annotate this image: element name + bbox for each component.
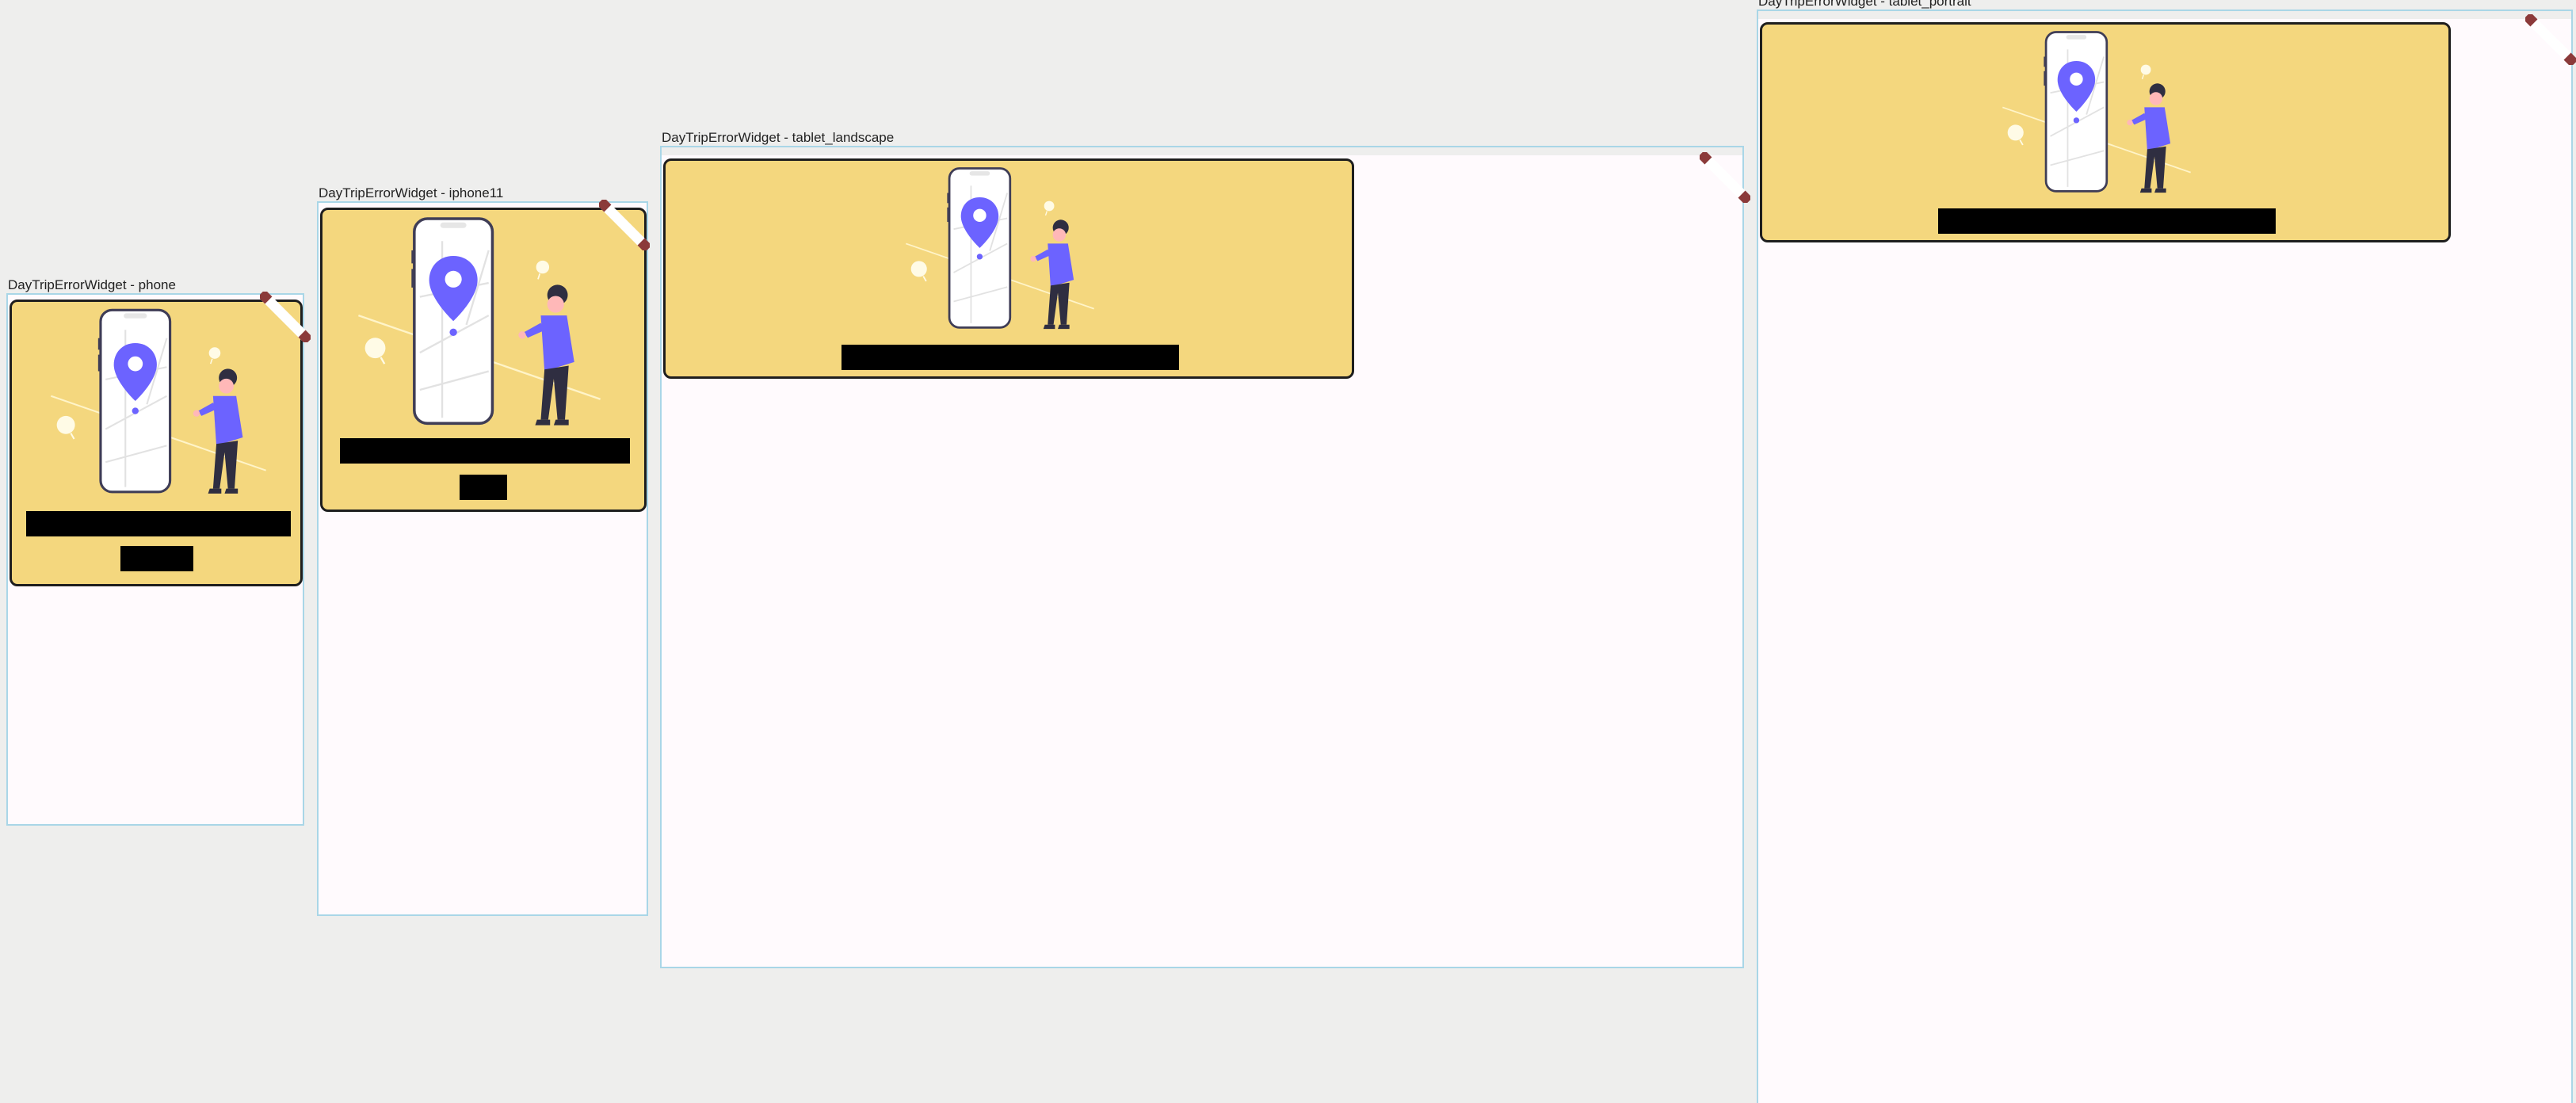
preview-frame-phone: DayTripErrorWidget - phone — [6, 277, 304, 826]
debug-banner-ribbon — [260, 292, 311, 342]
error-message-text-redacted — [340, 438, 630, 464]
retry-button-redacted[interactable] — [460, 475, 507, 500]
location-map-error-illustration — [345, 213, 614, 427]
error-message-text-redacted — [841, 345, 1179, 370]
location-map-error-illustration — [1994, 28, 2200, 194]
frame-title: DayTripErrorWidget - tablet_landscape — [662, 130, 895, 145]
location-map-error-illustration — [44, 305, 273, 495]
location-map-error-illustration — [897, 164, 1103, 330]
error-message-text-redacted — [26, 511, 291, 536]
preview-frame-tablet-portrait: DayTripErrorWidget - tablet_portrait — [1757, 0, 2576, 1103]
error-card — [10, 300, 303, 586]
frame-title: DayTripErrorWidget - tablet_portrait — [1758, 0, 1971, 9]
debug-banner-ribbon — [1700, 152, 1750, 203]
error-card — [663, 158, 1354, 379]
error-card — [320, 208, 647, 512]
frame-title: DayTripErrorWidget - iphone11 — [319, 185, 504, 200]
preview-frame-iphone11: DayTripErrorWidget - iphone11 — [317, 185, 650, 916]
error-message-text-redacted — [1938, 208, 2276, 234]
debug-banner-ribbon — [2525, 14, 2576, 65]
frame-title: DayTripErrorWidget - phone — [8, 277, 176, 292]
preview-frame-tablet-landscape: DayTripErrorWidget - tablet_landscape — [660, 130, 1744, 968]
error-card — [1760, 22, 2451, 242]
debug-banner-ribbon — [599, 200, 650, 250]
retry-button-redacted[interactable] — [120, 546, 193, 571]
